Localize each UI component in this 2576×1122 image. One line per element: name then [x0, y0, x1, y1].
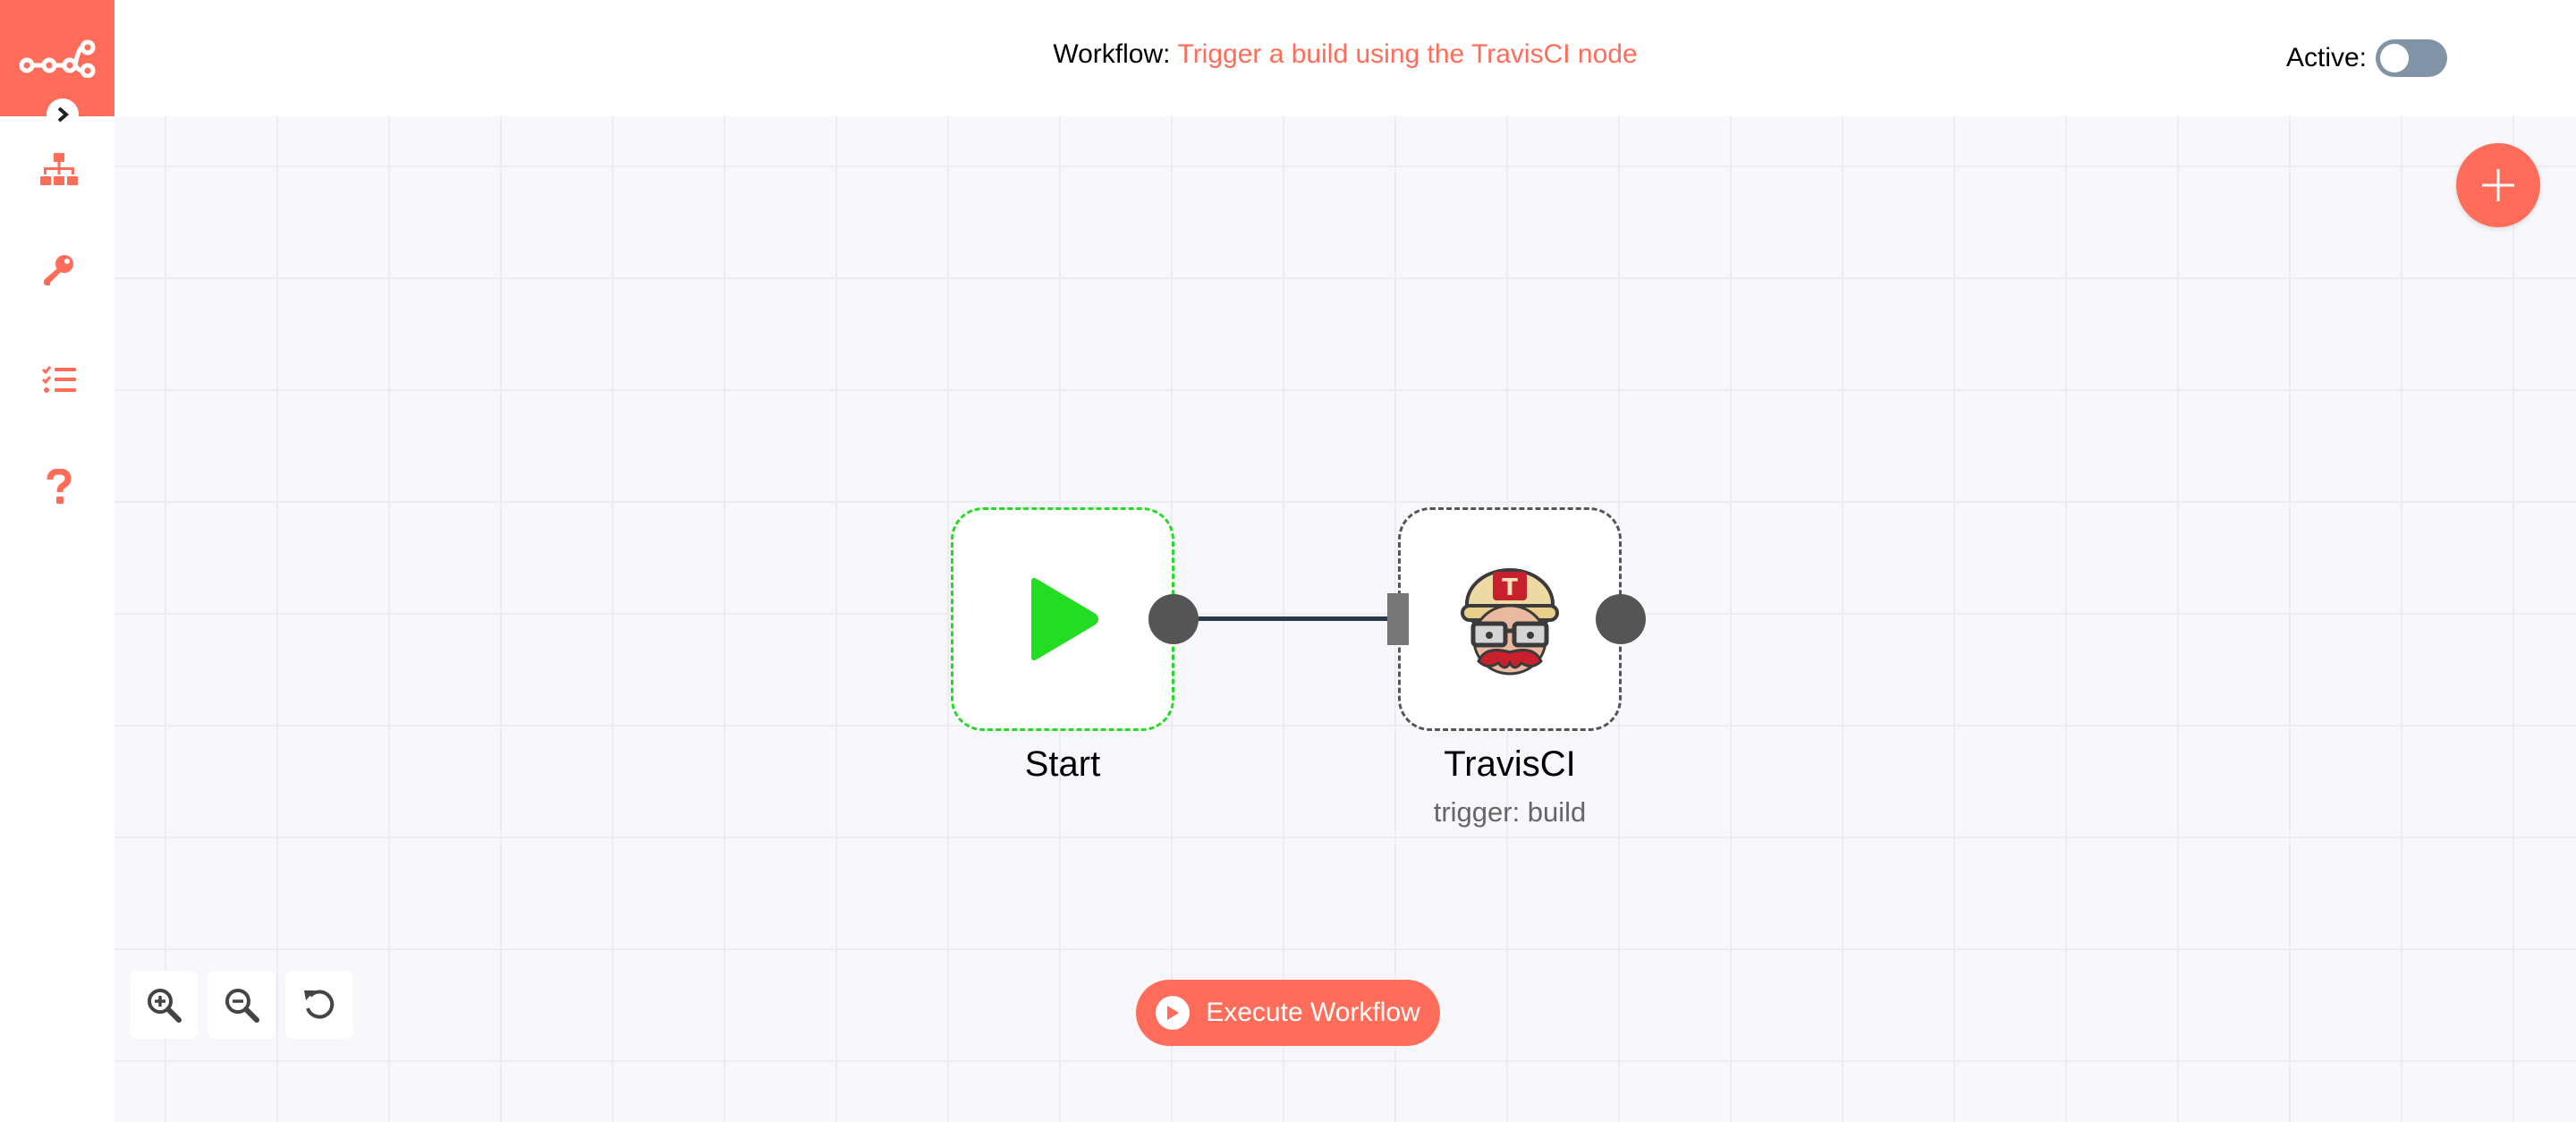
reset-zoom-button[interactable]	[285, 971, 353, 1039]
node-travisci-label: TravisCI	[1444, 744, 1576, 784]
active-label: Active:	[2285, 43, 2367, 72]
travisci-output-endpoint[interactable]	[1596, 594, 1646, 644]
node-travisci-subtitle: trigger: build	[1433, 796, 1587, 828]
toggle-knob	[2380, 44, 2409, 72]
workflow-name[interactable]: Trigger a build using the TravisCI node	[1177, 39, 1637, 69]
play-icon	[1031, 578, 1098, 660]
active-toggle[interactable]	[2376, 39, 2447, 77]
start-output-endpoint[interactable]	[1148, 594, 1199, 644]
travisci-icon: T	[1461, 568, 1559, 676]
plus-icon	[2482, 169, 2514, 201]
node-travisci[interactable]: T	[1398, 507, 1622, 731]
help-icon	[47, 469, 72, 504]
node-start[interactable]	[951, 507, 1174, 731]
zoom-in-icon	[148, 989, 182, 1023]
sidebar-item-credentials[interactable]	[32, 243, 86, 297]
active-control: Active:	[2286, 39, 2447, 77]
node-connection[interactable]	[1199, 616, 1392, 621]
sidebar-expand-button[interactable]	[47, 98, 79, 131]
play-circle-icon	[1156, 996, 1191, 1030]
zoom-in-button[interactable]	[130, 971, 198, 1039]
header: Workflow: Trigger a build using the Travi…	[114, 0, 2576, 116]
add-node-button[interactable]	[2456, 143, 2540, 227]
sidebar	[0, 0, 114, 1122]
executions-list-icon	[42, 366, 76, 393]
execute-workflow-label: Execute Workflow	[1206, 998, 1420, 1027]
workflow-label: Workflow:	[1053, 39, 1171, 69]
workflow-title: Workflow: Trigger a build using the Travi…	[114, 39, 2576, 70]
sidebar-item-workflows[interactable]	[32, 143, 86, 197]
zoom-out-icon	[225, 989, 259, 1023]
svg-text:T: T	[1502, 574, 1518, 601]
execute-workflow-button[interactable]: Execute Workflow	[1136, 980, 1440, 1046]
key-icon	[44, 255, 73, 285]
node-start-label: Start	[1024, 744, 1101, 784]
reset-zoom-icon	[304, 990, 335, 1019]
workflows-icon	[40, 153, 78, 185]
chevron-right-icon	[57, 106, 70, 123]
travisci-input-endpoint[interactable]	[1387, 593, 1409, 645]
sidebar-item-executions[interactable]	[32, 353, 86, 406]
sidebar-item-help[interactable]	[32, 460, 86, 514]
zoom-out-button[interactable]	[208, 971, 275, 1039]
